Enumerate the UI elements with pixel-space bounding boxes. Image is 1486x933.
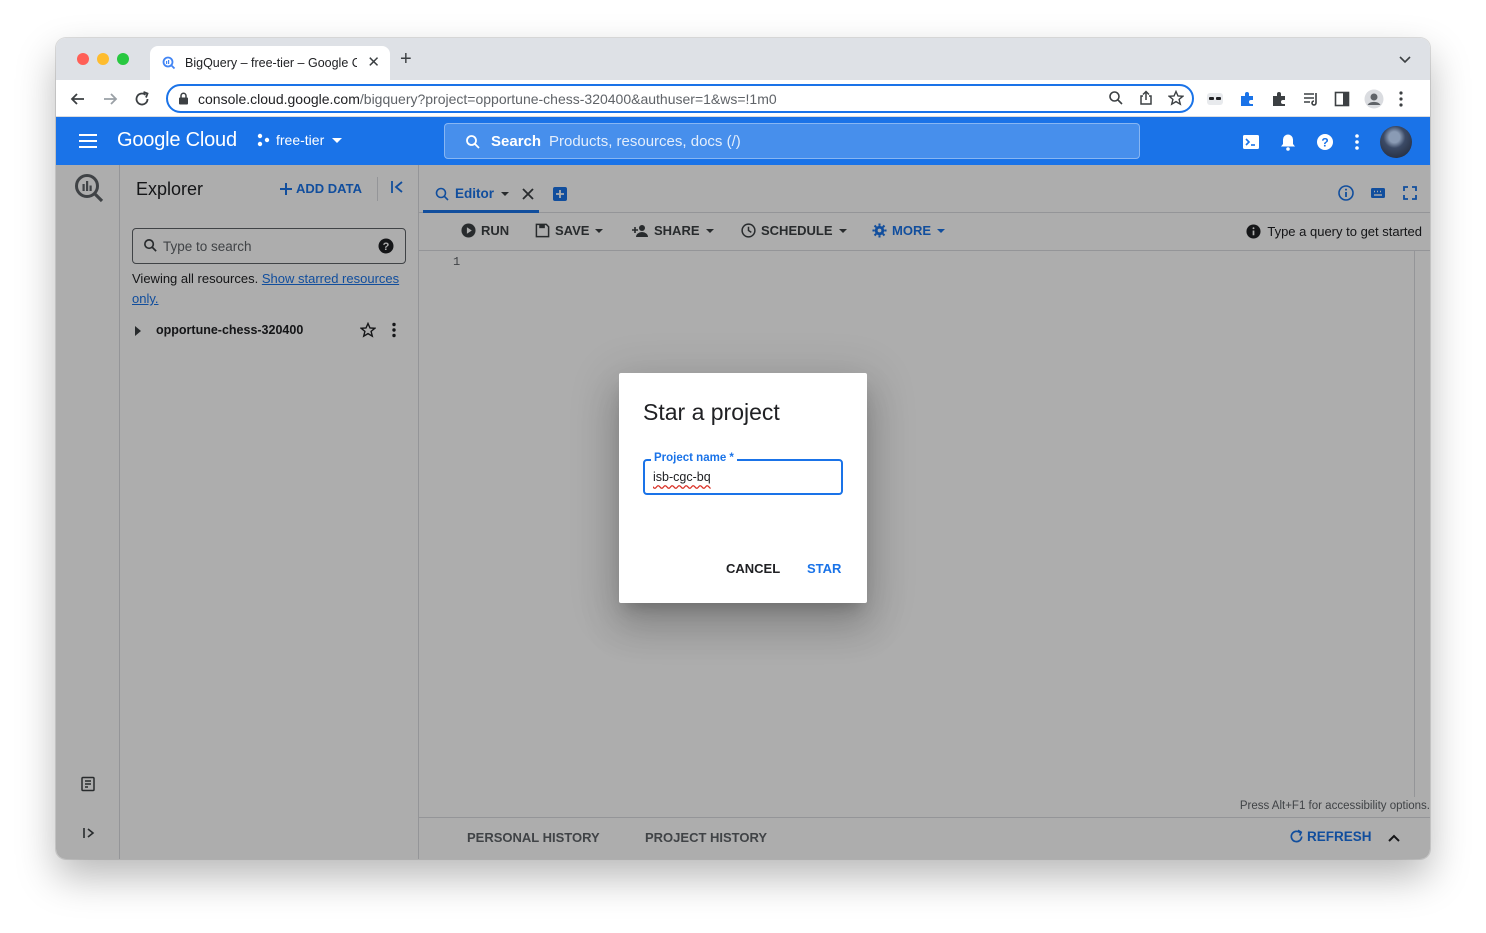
- header-actions: ?: [1242, 126, 1412, 158]
- browser-window: BigQuery – free-tier – Google C ✕ + cons…: [56, 38, 1430, 859]
- gcp-header: Google Cloud free-tier Search Products, …: [56, 117, 1430, 165]
- project-name-value[interactable]: isb-cgc-bq: [653, 470, 711, 484]
- reload-icon[interactable]: [132, 89, 152, 109]
- url-text: console.cloud.google.com/bigquery?projec…: [198, 91, 777, 107]
- forward-icon[interactable]: [100, 89, 120, 109]
- new-tab-button[interactable]: +: [400, 48, 412, 71]
- tab-strip: BigQuery – free-tier – Google C ✕ +: [56, 38, 1430, 80]
- search-label: Search: [491, 133, 542, 150]
- svg-text:?: ?: [1321, 136, 1328, 150]
- search-icon[interactable]: [1108, 90, 1124, 106]
- dialog-title: Star a project: [643, 399, 780, 425]
- project-name-field[interactable]: Project name * isb-cgc-bq: [643, 452, 843, 495]
- back-icon[interactable]: [68, 89, 88, 109]
- chevron-down-icon: [332, 138, 343, 143]
- url-host: console.cloud.google.com: [198, 91, 360, 107]
- minimize-window-button[interactable]: [97, 53, 109, 65]
- omnibox-actions: [1108, 90, 1184, 106]
- project-name: free-tier: [276, 132, 325, 148]
- browser-tab[interactable]: BigQuery – free-tier – Google C ✕: [150, 46, 390, 80]
- lock-icon[interactable]: [178, 92, 189, 105]
- project-name-label: Project name *: [651, 452, 737, 464]
- help-icon[interactable]: ?: [1316, 133, 1334, 151]
- bigquery-favicon-icon: [162, 56, 176, 70]
- maximize-window-button[interactable]: [117, 53, 129, 65]
- project-picker[interactable]: free-tier: [256, 132, 344, 148]
- extension-icons: [1206, 89, 1404, 109]
- hamburger-menu-icon[interactable]: [78, 132, 98, 150]
- cancel-button[interactable]: CANCEL: [726, 561, 780, 576]
- more-vert-icon[interactable]: [1354, 133, 1360, 151]
- search-placeholder: Products, resources, docs (/): [549, 133, 741, 150]
- bookmark-star-icon[interactable]: [1168, 90, 1184, 106]
- close-window-button[interactable]: [77, 53, 89, 65]
- browser-toolbar: console.cloud.google.com/bigquery?projec…: [56, 80, 1430, 117]
- url-path: /bigquery?project=opportune-chess-320400…: [359, 91, 777, 107]
- project-tree-icon: [257, 133, 270, 147]
- account-avatar[interactable]: [1380, 126, 1412, 158]
- gcp-search-bar[interactable]: Search Products, resources, docs (/): [444, 123, 1140, 159]
- star-project-dialog: Star a project Project name * isb-cgc-bq…: [619, 373, 867, 603]
- tab-search-chevron-icon[interactable]: [1398, 52, 1412, 66]
- tab-title: BigQuery – free-tier – Google C: [185, 56, 357, 70]
- star-button[interactable]: STAR: [807, 561, 841, 576]
- address-bar[interactable]: console.cloud.google.com/bigquery?projec…: [166, 84, 1194, 113]
- extensions-icon[interactable]: [1270, 90, 1288, 108]
- cloud-shell-icon[interactable]: [1242, 134, 1260, 150]
- incognito-extension-icon[interactable]: [1206, 91, 1224, 107]
- puzzle-blue-icon[interactable]: [1238, 90, 1256, 108]
- profile-icon[interactable]: [1364, 89, 1384, 109]
- reading-list-icon[interactable]: [1302, 90, 1320, 108]
- share-icon[interactable]: [1138, 90, 1154, 106]
- google-cloud-logo[interactable]: Google Cloud: [117, 129, 237, 152]
- side-panel-icon[interactable]: [1334, 91, 1350, 107]
- search-icon: [466, 135, 480, 149]
- browser-menu-icon[interactable]: [1398, 90, 1404, 108]
- tab-close-icon[interactable]: ✕: [367, 53, 380, 71]
- notifications-bell-icon[interactable]: [1280, 133, 1296, 151]
